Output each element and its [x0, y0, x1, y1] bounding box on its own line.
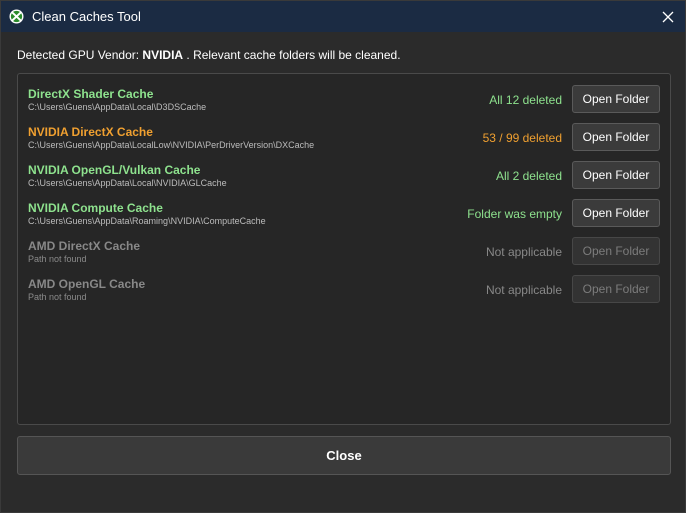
- xbox-logo-icon: [9, 9, 24, 24]
- title-bar[interactable]: Clean Caches Tool: [1, 1, 685, 32]
- window-title: Clean Caches Tool: [32, 9, 141, 24]
- open-folder-button[interactable]: Open Folder: [572, 161, 660, 189]
- cache-name: AMD OpenGL Cache: [28, 277, 146, 291]
- cache-status: 53 / 99 deleted: [482, 131, 562, 145]
- cache-status: All 12 deleted: [489, 93, 562, 107]
- cache-list: DirectX Shader Cache C:\Users\Guens\AppD…: [17, 73, 671, 425]
- close-button[interactable]: Close: [17, 436, 671, 475]
- cache-path: Path not found: [28, 292, 87, 302]
- open-folder-button: Open Folder: [572, 275, 660, 303]
- cache-row-amd-directx: AMD DirectX Cache Path not found Not app…: [18, 226, 670, 265]
- open-folder-button[interactable]: Open Folder: [572, 85, 660, 113]
- cache-status: Not applicable: [485, 245, 562, 259]
- close-icon[interactable]: [657, 6, 679, 28]
- open-folder-button[interactable]: Open Folder: [572, 123, 660, 151]
- cache-status: All 2 deleted: [495, 169, 562, 183]
- cache-name: AMD DirectX Cache: [28, 239, 141, 253]
- cache-row-nvidia-opengl-vulkan: NVIDIA OpenGL/Vulkan Cache C:\Users\Guen…: [18, 150, 670, 189]
- open-folder-button[interactable]: Open Folder: [572, 199, 660, 227]
- cache-row-amd-opengl: AMD OpenGL Cache Path not found Not appl…: [18, 264, 670, 303]
- vendor-name: NVIDIA: [142, 48, 184, 62]
- cache-row-directx-shader: DirectX Shader Cache C:\Users\Guens\AppD…: [18, 74, 670, 113]
- clean-caches-window: Clean Caches Tool Detected GPU Vendor: N…: [0, 0, 686, 513]
- cache-status: Folder was empty: [467, 207, 562, 221]
- cache-row-nvidia-compute: NVIDIA Compute Cache C:\Users\Guens\AppD…: [18, 188, 670, 227]
- cache-name: DirectX Shader Cache: [28, 87, 154, 101]
- vendor-suffix: . Relevant cache folders will be cleaned…: [183, 48, 401, 62]
- open-folder-button: Open Folder: [572, 237, 660, 265]
- cache-status: Not applicable: [485, 283, 562, 297]
- cache-row-nvidia-directx: NVIDIA DirectX Cache C:\Users\Guens\AppD…: [18, 112, 670, 151]
- cache-name: NVIDIA OpenGL/Vulkan Cache: [28, 163, 201, 177]
- cache-name: NVIDIA Compute Cache: [28, 201, 163, 215]
- cache-name: NVIDIA DirectX Cache: [28, 125, 153, 139]
- vendor-prefix: Detected GPU Vendor:: [17, 48, 143, 62]
- gpu-vendor-message: Detected GPU Vendor: NVIDIA . Relevant c…: [17, 48, 401, 63]
